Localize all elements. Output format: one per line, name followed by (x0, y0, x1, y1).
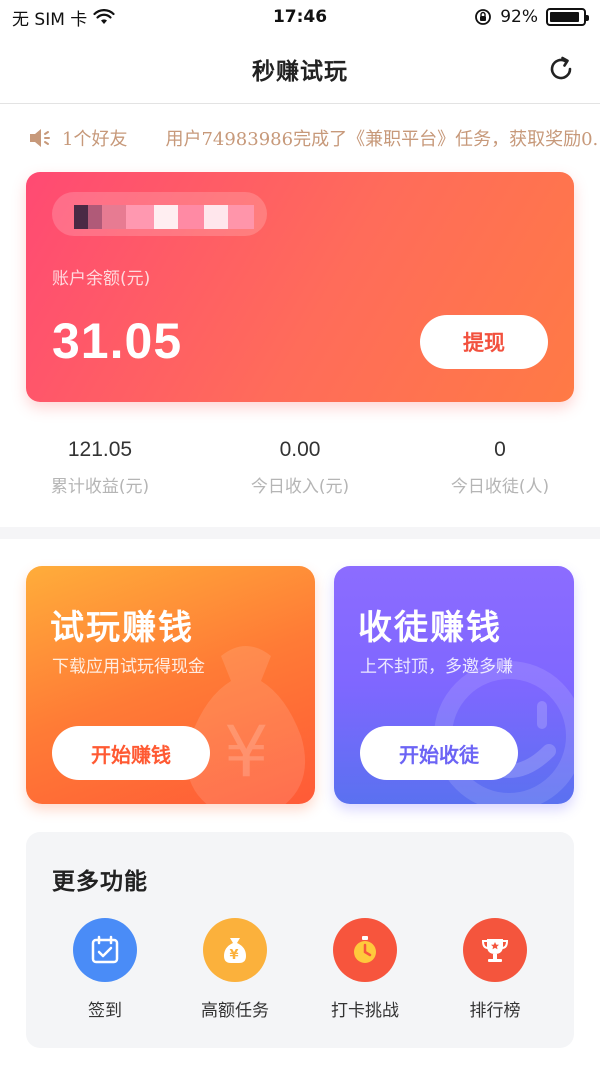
orientation-lock-icon (475, 9, 492, 25)
stat-value: 121.05 (67, 438, 133, 461)
status-bar: 无 SIM 卡 17:46 92% (0, 0, 600, 34)
status-right: 92% (474, 7, 589, 27)
calendar-check-icon (73, 918, 137, 982)
feature-high-reward-task[interactable]: ¥ 高额任务 (180, 918, 290, 1021)
feature-label: 签到 (88, 1001, 122, 1021)
more-features-card: 更多功能 签到 ¥ 高额任务 打卡挑战 排行榜 (26, 832, 574, 1048)
stat-label: 今日收徒(人) (450, 477, 550, 497)
trial-earn-card[interactable]: ¥ 试玩赚钱 下载应用试玩得现金 开始赚钱 (26, 566, 315, 804)
refresh-icon (550, 56, 572, 80)
trial-subtitle: 下载应用试玩得现金 (52, 657, 205, 677)
start-earning-button[interactable]: 开始赚钱 (52, 726, 210, 780)
battery-icon (546, 8, 589, 26)
stats-row: 121.05 累计收益(元) 0.00 今日收入(元) 0 今日收徒(人) (0, 438, 600, 518)
feature-grid: 签到 ¥ 高额任务 打卡挑战 排行榜 (26, 918, 574, 1021)
feature-punch-challenge[interactable]: 打卡挑战 (310, 918, 420, 1021)
feature-label: 打卡挑战 (331, 1001, 399, 1021)
more-features-title: 更多功能 (52, 869, 148, 895)
svg-text:¥: ¥ (224, 711, 269, 793)
stat-value: 0 (494, 438, 506, 461)
feature-leaderboard[interactable]: 排行榜 (440, 918, 550, 1021)
start-recruiting-button[interactable]: 开始收徒 (360, 726, 518, 780)
stat-total-earnings: 121.05 累计收益(元) (0, 438, 200, 518)
stat-value: 0.00 (279, 438, 321, 461)
recruit-subtitle: 上不封顶，多邀多赚 (360, 657, 513, 677)
stat-label: 今日收入(元) (250, 477, 350, 497)
section-divider (0, 527, 600, 539)
page-title: 秒赚试玩 (252, 58, 348, 85)
withdraw-button[interactable]: 提现 (420, 315, 548, 369)
refresh-button[interactable] (546, 54, 576, 84)
battery-percent: 92% (500, 7, 538, 27)
feature-checkin[interactable]: 签到 (50, 918, 160, 1021)
blurred-username (74, 205, 254, 229)
stat-today-apprentices: 0 今日收徒(人) (400, 438, 600, 518)
speaker-icon (30, 129, 50, 147)
notice-marquee: 1个好友 用户74983986完成了《兼职平台》任务，获取奖励0. (0, 105, 600, 171)
feature-label: 排行榜 (469, 1001, 521, 1021)
recruit-earn-card[interactable]: 收徒赚钱 上不封顶，多邀多赚 开始收徒 (334, 566, 574, 804)
recruit-title: 收徒赚钱 (358, 608, 502, 648)
trophy-icon (463, 918, 527, 982)
stat-label: 累计收益(元) (50, 477, 150, 497)
wifi-icon (93, 9, 115, 24)
stat-today-income: 0.00 今日收入(元) (200, 438, 400, 518)
trial-title: 试玩赚钱 (50, 608, 194, 648)
balance-label: 账户余额(元) (52, 269, 151, 289)
carrier-text: 无 SIM 卡 (12, 9, 88, 30)
stopwatch-icon (333, 918, 397, 982)
status-left: 无 SIM 卡 (12, 5, 115, 30)
battery-level (550, 12, 580, 22)
user-info-pill (52, 192, 267, 236)
svg-text:¥: ¥ (230, 948, 239, 963)
notice-message: 用户74983986完成了《兼职平台》任务，获取奖励0. (165, 129, 599, 150)
nav-bar: 秒赚试玩 (0, 34, 600, 104)
friend-count: 1个好友 (62, 129, 128, 150)
balance-value: 31.05 (52, 313, 183, 369)
money-bag-icon: ¥ (203, 918, 267, 982)
feature-label: 高额任务 (201, 1001, 269, 1021)
balance-card: 账户余额(元) 31.05 提现 (26, 172, 574, 402)
